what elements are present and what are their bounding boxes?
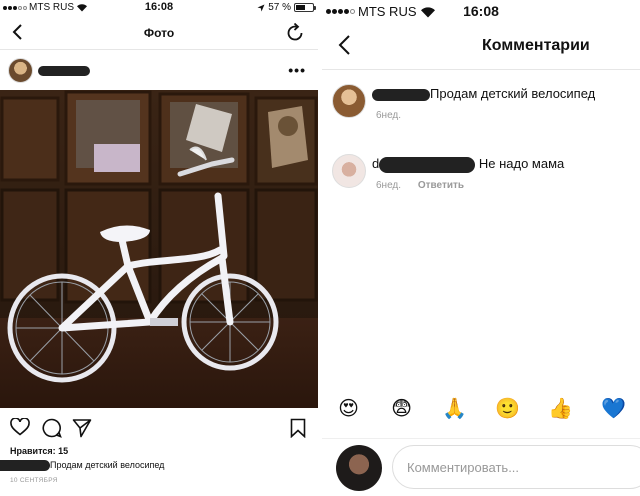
comment-text: Продам детский велосипед — [430, 86, 596, 101]
page-title: Комментарии — [482, 37, 590, 54]
comment-time: 6нед. — [376, 110, 402, 121]
reply-button[interactable]: Ответить — [418, 180, 464, 191]
comment-item: d Не надо мама 6нед. Ответить — [322, 154, 640, 204]
comment-body: d Не надо мама — [372, 156, 564, 173]
send-icon[interactable] — [72, 418, 92, 438]
comment-icon[interactable] — [42, 418, 62, 438]
page-title: Фото — [143, 26, 175, 40]
comments-screen: MTS RUS 16:08 Комментарии Продам детский… — [322, 0, 640, 496]
post-header: ••• — [0, 54, 318, 88]
comment-meta: 6нед. — [376, 110, 401, 121]
avatar[interactable] — [336, 445, 382, 491]
comment-composer — [322, 438, 640, 496]
comment-text: Не надо мама — [478, 156, 565, 171]
redacted-username[interactable] — [372, 88, 430, 101]
refresh-icon[interactable] — [284, 22, 306, 44]
comment-input[interactable] — [392, 445, 640, 489]
emoji-pray[interactable]: 🙏 — [441, 399, 469, 419]
post-actions — [0, 416, 318, 440]
bookmark-icon[interactable] — [290, 418, 306, 438]
emoji-thumbs-up[interactable]: 👍 — [547, 399, 575, 419]
emoji-blue-heart[interactable]: 💙 — [600, 399, 628, 419]
emoji-fearful[interactable]: 😨 — [388, 399, 416, 419]
comment-item: Продам детский велосипед 6нед. — [322, 84, 640, 134]
photo-screen: MTS RUS 16:08 57 % Фото ••• Нравится: 15… — [0, 0, 318, 496]
battery-percent: 57 % — [268, 2, 291, 13]
avatar[interactable] — [332, 84, 366, 118]
redacted-username[interactable] — [379, 156, 476, 173]
redacted-username[interactable] — [38, 66, 90, 76]
comment-meta: 6нед. Ответить — [376, 180, 464, 191]
status-bar: MTS RUS 16:08 57 % — [0, 0, 318, 16]
comment-time: 6нед. — [376, 180, 402, 191]
battery-fill — [296, 5, 305, 10]
likes-count[interactable]: Нравится: 15 — [10, 446, 68, 456]
emoji-smile[interactable]: 🙂 — [494, 399, 522, 419]
avatar[interactable] — [8, 58, 33, 83]
more-icon[interactable]: ••• — [288, 62, 306, 78]
photo-nav-bar: Фото — [0, 16, 318, 50]
location-arrow-icon — [257, 4, 265, 11]
status-time: 16:08 — [463, 3, 499, 19]
post-photo[interactable] — [0, 90, 318, 408]
comments-nav-bar: Комментарии — [322, 24, 640, 70]
chevron-left-icon[interactable] — [336, 34, 352, 56]
comment-username[interactable]: d — [372, 156, 379, 171]
emoji-bar: 😍 😨 🙏 🙂 👍 💙 — [322, 394, 640, 424]
battery-icon — [294, 3, 316, 12]
emoji-heart-eyes[interactable]: 😍 — [335, 399, 363, 419]
redacted-username[interactable] — [0, 460, 50, 472]
status-bar: MTS RUS 16:08 — [322, 0, 640, 22]
caption-text: Продам детский велосипед — [50, 460, 165, 470]
post-date: 10 СЕНТЯБРЯ — [10, 477, 58, 484]
post-caption: Продам детский велосипед — [0, 460, 165, 472]
status-right: 57 % — [257, 2, 316, 13]
heart-icon[interactable] — [10, 418, 30, 436]
avatar[interactable] — [332, 154, 366, 188]
comment-body: Продам детский велосипед — [372, 86, 595, 101]
